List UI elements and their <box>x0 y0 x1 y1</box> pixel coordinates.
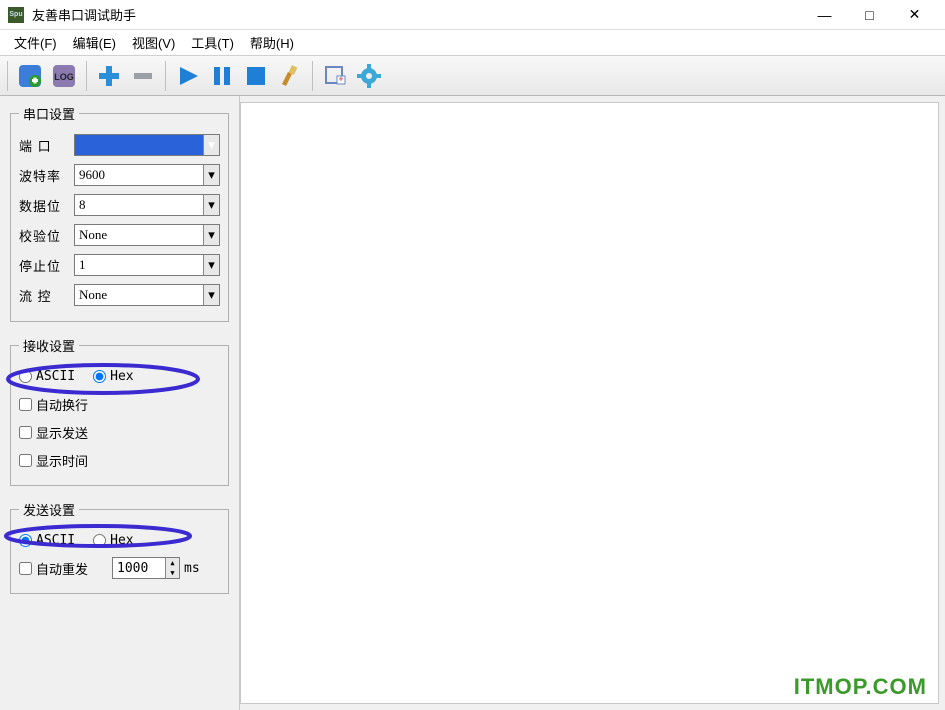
send-autorepeat-check[interactable]: 自动重发 <box>19 559 88 578</box>
send-settings-group: 发送设置 ASCII Hex 自动重发 1000 ▲▼ ms <box>10 500 229 594</box>
watermark: ITMOP.COM <box>794 674 927 700</box>
recv-legend: 接收设置 <box>19 336 79 355</box>
menu-tools[interactable]: 工具(T) <box>183 33 242 52</box>
gear-icon[interactable] <box>354 61 384 91</box>
recv-showsend-check[interactable]: 显示发送 <box>19 423 88 442</box>
output-area[interactable] <box>240 102 939 704</box>
interval-unit: ms <box>184 561 200 576</box>
data-bits-select[interactable]: 8▾ <box>74 194 220 216</box>
stop-bits-select[interactable]: 1▾ <box>74 254 220 276</box>
port-label: 端 口 <box>19 136 74 155</box>
recv-hex-radio[interactable]: Hex <box>93 369 133 384</box>
play-icon[interactable] <box>173 61 203 91</box>
data-bits-label: 数据位 <box>19 196 74 215</box>
close-button[interactable]: ✕ <box>892 0 937 30</box>
interval-spinner[interactable]: 1000 ▲▼ <box>112 557 180 579</box>
recv-showtime-check[interactable]: 显示时间 <box>19 451 88 470</box>
menu-file[interactable]: 文件(F) <box>6 33 65 52</box>
side-panel: 串口设置 端 口 ▾ 波特率 9600▾ 数据位 8▾ 校验位 <box>0 96 240 710</box>
titlebar: Spu 友善串口调试助手 — □ ✕ <box>0 0 945 30</box>
new-window-icon[interactable] <box>320 61 350 91</box>
stop-icon[interactable] <box>241 61 271 91</box>
svg-text:LOG: LOG <box>54 72 74 82</box>
serial-settings-group: 串口设置 端 口 ▾ 波特率 9600▾ 数据位 8▾ 校验位 <box>10 104 229 322</box>
menubar: 文件(F) 编辑(E) 视图(V) 工具(T) 帮助(H) <box>0 30 945 56</box>
flow-label: 流 控 <box>19 286 74 305</box>
plus-icon[interactable] <box>94 61 124 91</box>
minimize-button[interactable]: — <box>802 0 847 30</box>
brush-icon[interactable] <box>275 61 305 91</box>
pause-icon[interactable] <box>207 61 237 91</box>
app-icon: Spu <box>8 7 24 23</box>
log-icon[interactable]: LOG <box>49 61 79 91</box>
flow-select[interactable]: None▾ <box>74 284 220 306</box>
receive-settings-group: 接收设置 ASCII Hex 自动换行 显示发送 <box>10 336 229 486</box>
recv-ascii-radio[interactable]: ASCII <box>19 369 75 384</box>
port-select[interactable]: ▾ <box>74 134 220 156</box>
send-legend: 发送设置 <box>19 500 79 519</box>
add-port-icon[interactable] <box>15 61 45 91</box>
baud-select[interactable]: 9600▾ <box>74 164 220 186</box>
parity-label: 校验位 <box>19 226 74 245</box>
menu-view[interactable]: 视图(V) <box>124 33 183 52</box>
toolbar: LOG <box>0 56 945 96</box>
baud-label: 波特率 <box>19 166 74 185</box>
maximize-button[interactable]: □ <box>847 0 892 30</box>
send-ascii-radio[interactable]: ASCII <box>19 533 75 548</box>
menu-help[interactable]: 帮助(H) <box>242 33 302 52</box>
minus-icon[interactable] <box>128 61 158 91</box>
menu-edit[interactable]: 编辑(E) <box>65 33 124 52</box>
stop-bits-label: 停止位 <box>19 256 74 275</box>
serial-legend: 串口设置 <box>19 104 79 123</box>
send-hex-radio[interactable]: Hex <box>93 533 133 548</box>
parity-select[interactable]: None▾ <box>74 224 220 246</box>
window-title: 友善串口调试助手 <box>32 5 802 24</box>
recv-autowrap-check[interactable]: 自动换行 <box>19 395 88 414</box>
